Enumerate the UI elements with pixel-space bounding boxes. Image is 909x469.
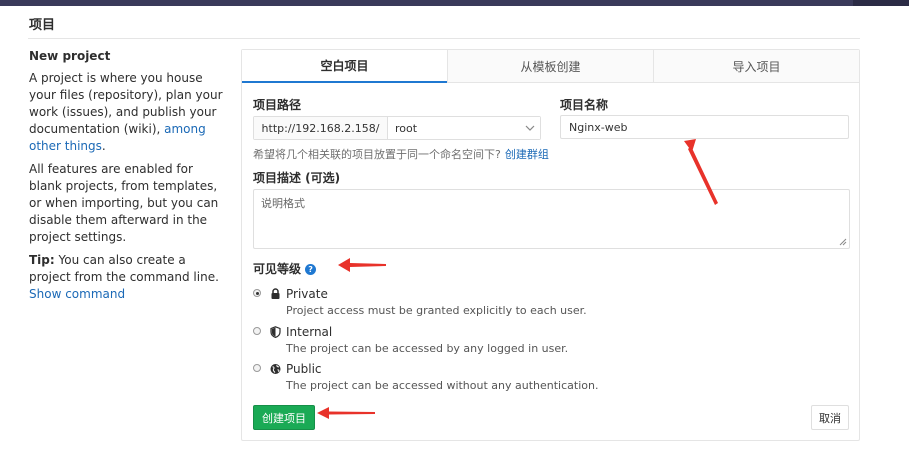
new-project-panel: 空白项目 从模板创建 导入项目 项目路径 http://192.168.2.15…: [241, 49, 860, 441]
annotation-arrow-visibility: [338, 258, 386, 272]
project-path-label: 项目路径: [253, 98, 302, 112]
sidebar-paragraph-1: A project is where you house your files …: [29, 70, 224, 155]
namespace-select[interactable]: root: [388, 117, 540, 139]
project-info-sidebar: New project A project is where you house…: [29, 48, 224, 309]
annotation-arrow-name: [684, 139, 718, 205]
navbar-corner: [853, 0, 909, 6]
project-description-textarea[interactable]: 说明格式: [253, 189, 850, 249]
annotation-arrow-create: [317, 407, 375, 419]
private-radio[interactable]: [253, 289, 261, 297]
top-navbar: [0, 0, 909, 6]
public-title: Public: [286, 362, 322, 376]
sidebar-tip: Tip: You can also create a project from …: [29, 252, 224, 303]
public-radio[interactable]: [253, 364, 261, 372]
create-group-link[interactable]: 创建群组: [505, 148, 549, 161]
visibility-level-label: 可见等级: [253, 262, 302, 276]
visibility-level-heading: 可见等级?: [253, 260, 317, 277]
private-description: Project access must be granted explicitl…: [286, 304, 587, 317]
internal-radio[interactable]: [253, 327, 261, 335]
public-description: The project can be accessed without any …: [286, 379, 599, 392]
sidebar-heading: New project: [29, 49, 111, 63]
internal-description: The project can be accessed by any logge…: [286, 342, 569, 355]
project-name-label: 项目名称: [560, 98, 609, 112]
page-title: 项目: [29, 18, 56, 33]
sidebar-paragraph-2: All features are enabled for blank proje…: [29, 162, 219, 244]
globe-icon: [270, 364, 281, 374]
question-circle-icon[interactable]: ?: [305, 264, 317, 275]
tip-label: Tip:: [29, 253, 55, 267]
private-title: Private: [286, 287, 328, 301]
description-placeholder: 说明格式: [261, 197, 305, 210]
lock-icon: [271, 288, 280, 299]
namespace-hint: 希望将几个相关联的项目放置于同一个命名空间下? 创建群组: [253, 146, 549, 162]
internal-title: Internal: [286, 325, 333, 339]
show-command-link[interactable]: Show command: [29, 287, 125, 301]
project-path-group: http://192.168.2.158/ root: [253, 116, 541, 140]
sidebar-para1-end: .: [101, 139, 106, 153]
tab-import-project[interactable]: 导入项目: [653, 50, 859, 82]
project-description-label: 项目描述 (可选): [253, 171, 341, 185]
tip-text: You can also create a project from the c…: [29, 253, 219, 284]
shield-icon: [270, 326, 281, 338]
namespace-value: root: [395, 121, 418, 135]
path-prefix: http://192.168.2.158/: [254, 117, 388, 139]
project-type-tabs: 空白项目 从模板创建 导入项目: [242, 50, 859, 83]
cancel-button[interactable]: 取消: [811, 405, 849, 430]
hint-text: 希望将几个相关联的项目放置于同一个命名空间下?: [253, 148, 501, 161]
tab-blank-project[interactable]: 空白项目: [242, 50, 447, 83]
create-project-button[interactable]: 创建项目: [253, 405, 315, 430]
chevron-down-icon: [525, 125, 535, 131]
resize-grip-icon[interactable]: [839, 238, 847, 246]
title-divider: [28, 38, 860, 39]
tab-from-template[interactable]: 从模板创建: [447, 50, 653, 82]
